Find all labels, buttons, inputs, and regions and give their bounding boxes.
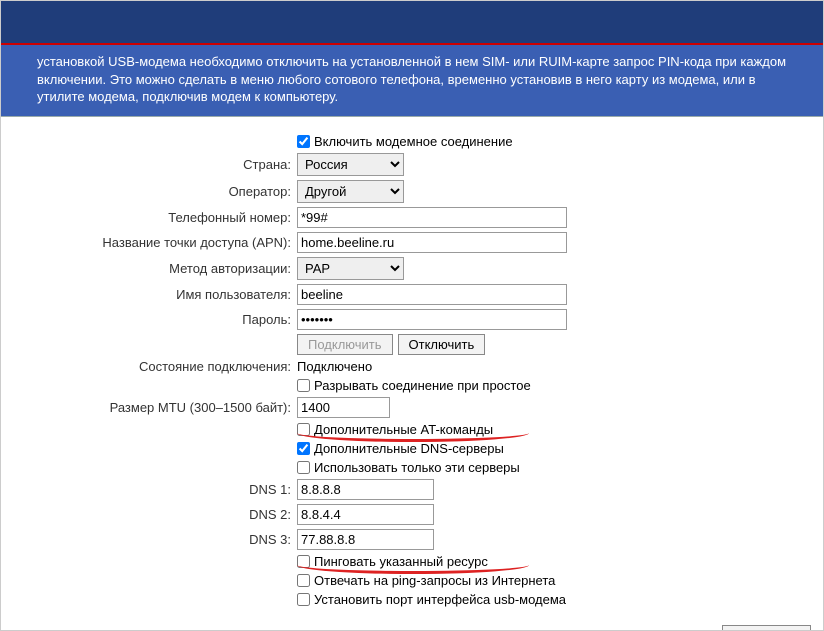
idle-disconnect-input[interactable]: [297, 379, 310, 392]
ping-response-label: Отвечать на ping-запросы из Интернета: [314, 573, 555, 588]
usb-port-input[interactable]: [297, 593, 310, 606]
country-label: Страна:: [15, 157, 297, 172]
idle-disconnect-checkbox[interactable]: Разрывать соединение при простое: [297, 378, 531, 393]
top-bar: [1, 1, 823, 43]
at-commands-input[interactable]: [297, 423, 310, 436]
apn-label: Название точки доступа (APN):: [15, 235, 297, 250]
connect-button: Подключить: [297, 334, 393, 355]
mtu-input[interactable]: [297, 397, 390, 418]
auth-select[interactable]: PAP: [297, 257, 404, 280]
ping-resource-input[interactable]: [297, 555, 310, 568]
dns2-input[interactable]: [297, 504, 434, 525]
at-commands-checkbox[interactable]: Дополнительные AT-команды: [297, 422, 493, 437]
dns2-label: DNS 2:: [15, 507, 297, 522]
operator-label: Оператор:: [15, 184, 297, 199]
ping-resource-checkbox[interactable]: Пинговать указанный ресурс: [297, 554, 488, 569]
dns-only-checkbox[interactable]: Использовать только эти серверы: [297, 460, 520, 475]
dns-only-label: Использовать только эти серверы: [314, 460, 520, 475]
phone-label: Телефонный номер:: [15, 210, 297, 225]
disconnect-button[interactable]: Отключить: [398, 334, 486, 355]
conn-state-label: Состояние подключения:: [15, 359, 297, 374]
extra-dns-checkbox[interactable]: Дополнительные DNS-серверы: [297, 441, 504, 456]
pass-label: Пароль:: [15, 312, 297, 327]
user-label: Имя пользователя:: [15, 287, 297, 302]
apn-input[interactable]: [297, 232, 567, 253]
enable-modem-input[interactable]: [297, 135, 310, 148]
dns-only-input[interactable]: [297, 461, 310, 474]
apply-button[interactable]: Применить: [722, 625, 811, 631]
dns3-label: DNS 3:: [15, 532, 297, 547]
info-banner: установкой USB-модема необходимо отключи…: [1, 45, 823, 117]
at-commands-label: Дополнительные AT-команды: [314, 422, 493, 437]
extra-dns-input[interactable]: [297, 442, 310, 455]
mtu-label: Размер MTU (300–1500 байт):: [15, 400, 297, 415]
ping-response-input[interactable]: [297, 574, 310, 587]
ping-response-checkbox[interactable]: Отвечать на ping-запросы из Интернета: [297, 573, 555, 588]
ping-resource-label: Пинговать указанный ресурс: [314, 554, 488, 569]
modem-form: Включить модемное соединение Страна: Рос…: [1, 117, 823, 619]
dns1-label: DNS 1:: [15, 482, 297, 497]
country-select[interactable]: Россия: [297, 153, 404, 176]
password-input[interactable]: [297, 309, 567, 330]
extra-dns-label: Дополнительные DNS-серверы: [314, 441, 504, 456]
operator-select[interactable]: Другой: [297, 180, 404, 203]
usb-port-label: Установить порт интерфейса usb-модема: [314, 592, 566, 607]
usb-port-checkbox[interactable]: Установить порт интерфейса usb-модема: [297, 592, 566, 607]
phone-input[interactable]: [297, 207, 567, 228]
enable-modem-checkbox[interactable]: Включить модемное соединение: [297, 134, 513, 149]
dns3-input[interactable]: [297, 529, 434, 550]
enable-modem-label: Включить модемное соединение: [314, 134, 513, 149]
dns1-input[interactable]: [297, 479, 434, 500]
idle-disconnect-label: Разрывать соединение при простое: [314, 378, 531, 393]
auth-label: Метод авторизации:: [15, 261, 297, 276]
conn-state-value: Подключено: [297, 359, 372, 374]
username-input[interactable]: [297, 284, 567, 305]
